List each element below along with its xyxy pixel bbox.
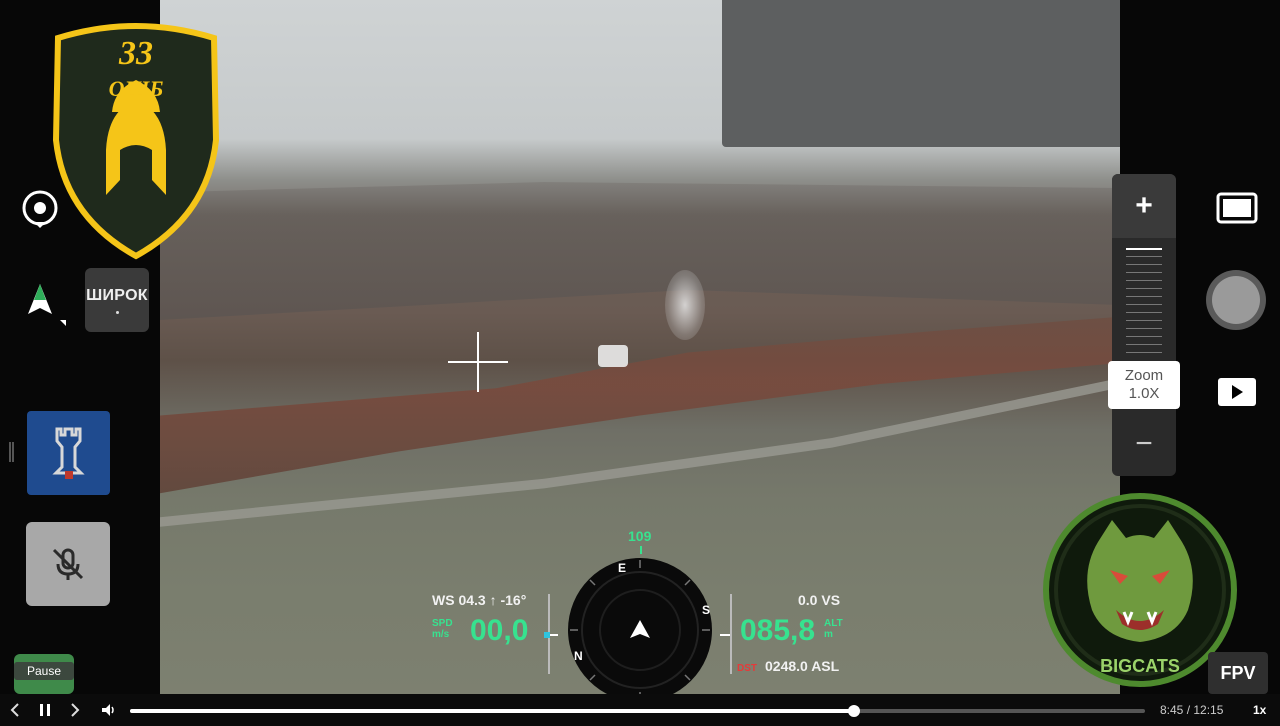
speed-label: SPD m/s xyxy=(432,618,453,640)
crosshair-icon xyxy=(448,332,508,392)
capture-icon xyxy=(1212,276,1260,324)
zoom-slider[interactable] xyxy=(1126,248,1162,358)
compass-north: N xyxy=(574,649,583,663)
badge-number: 33 xyxy=(118,35,153,72)
record-playback-button[interactable] xyxy=(1218,378,1256,406)
playback-speed-button[interactable]: 1x xyxy=(1253,702,1266,718)
compass-south: S xyxy=(702,603,710,617)
fpv-button[interactable]: FPV xyxy=(1208,652,1268,694)
mute-mic-button[interactable] xyxy=(26,522,110,606)
altitude-value: 085,8 xyxy=(740,614,816,647)
far-field xyxy=(160,182,1120,320)
pause-icon[interactable] xyxy=(38,702,52,718)
altitude-label-top: ALT xyxy=(824,618,843,629)
drawer-handle[interactable] xyxy=(9,442,14,462)
video-player-bar: 8:45 / 12:15 1x xyxy=(0,694,1280,726)
video-progress-bar[interactable] xyxy=(130,705,1145,717)
capture-button[interactable] xyxy=(1206,270,1266,330)
badge-unit: ОШБ xyxy=(109,76,164,101)
video-progress-fill xyxy=(130,709,854,713)
zoom-in-button[interactable]: + xyxy=(1112,174,1176,238)
smoke-plume xyxy=(665,270,705,340)
tree-line xyxy=(160,316,1120,494)
zoom-out-button[interactable]: − xyxy=(1112,412,1176,476)
skip-forward-icon[interactable] xyxy=(68,702,82,718)
map-thumbnail[interactable]: Pause xyxy=(14,654,74,694)
bigcats-text: BIGCATS xyxy=(1100,656,1180,676)
compass-radar: E S N xyxy=(568,558,712,702)
altitude-tape xyxy=(720,594,732,674)
speed-tape xyxy=(544,594,558,674)
unit-badge-logo: 33 ОШБ xyxy=(52,23,220,260)
wide-view-indicator xyxy=(115,310,119,314)
zoom-label: Zoom xyxy=(1124,367,1164,384)
speed-label-unit: m/s xyxy=(432,629,450,640)
video-progress-handle[interactable] xyxy=(847,705,860,717)
target-vehicle xyxy=(598,345,628,367)
wind-speed-readout: WS 04.3 ↑ -16° xyxy=(432,592,527,608)
replay-icon[interactable] xyxy=(8,702,22,718)
altitude-label: ALT m xyxy=(824,618,843,640)
tower-icon xyxy=(52,427,85,479)
vertical-speed-readout: 0.0 VS xyxy=(798,592,841,608)
asl-value: 0248.0 ASL xyxy=(765,658,840,674)
tower-mode-button[interactable] xyxy=(27,411,110,495)
altitude-label-unit: m xyxy=(824,629,833,640)
zoom-level-badge: Zoom 1.0X xyxy=(1108,361,1180,409)
video-time: 8:45 / 12:15 xyxy=(1160,703,1224,717)
pause-tooltip: Pause xyxy=(14,662,74,680)
distance-label: DST xyxy=(737,663,757,674)
zoom-value: 1.0X xyxy=(1128,385,1160,402)
heading-tick xyxy=(640,546,642,554)
wide-view-label: ШИРОК xyxy=(86,286,148,304)
zoom-control[interactable]: + − xyxy=(1112,174,1176,476)
play-icon xyxy=(1232,385,1243,399)
navigation-arrow-icon[interactable] xyxy=(24,280,68,328)
compass-east: E xyxy=(618,561,626,575)
speed-value: 00,0 xyxy=(470,614,529,647)
location-pin-icon[interactable] xyxy=(20,188,60,228)
speed-label-top: SPD xyxy=(432,618,453,629)
heading-value: 109 xyxy=(628,528,652,544)
asl-readout: DST 0248.0 ASL xyxy=(737,658,839,674)
mic-off-icon xyxy=(52,548,84,580)
wide-view-button[interactable]: ШИРОК xyxy=(85,268,149,332)
screen-mode-icon[interactable] xyxy=(1216,192,1258,224)
volume-icon[interactable] xyxy=(100,702,116,718)
